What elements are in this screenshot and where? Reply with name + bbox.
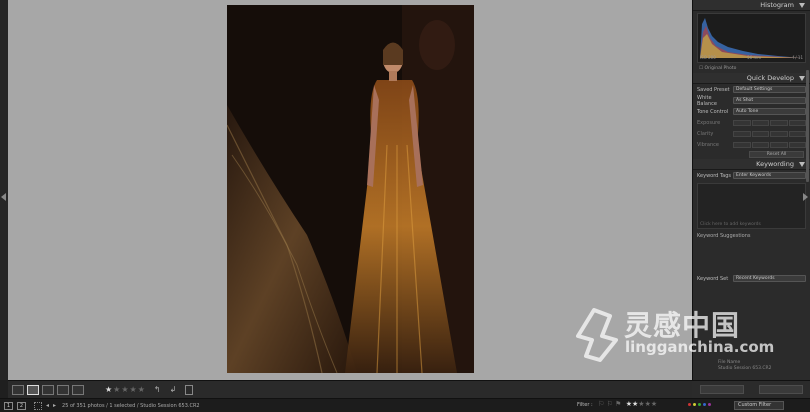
keyword-set-row: Keyword Set Recent Keywords: [693, 273, 810, 284]
star-icon[interactable]: ★: [121, 385, 128, 394]
keyword-hint: Click here to add keywords: [700, 222, 761, 227]
right-panel-footer: [692, 380, 810, 398]
histogram-title: Histogram: [760, 1, 794, 9]
original-photo-checkbox[interactable]: ☐ Original Photo: [693, 65, 810, 73]
grid-view-icon[interactable]: [12, 384, 24, 395]
white-balance-label: White Balance: [697, 94, 717, 107]
file-name-value: Studio Session 653.CR2: [718, 366, 772, 371]
saved-preset-label: Saved Preset: [697, 86, 730, 93]
keyword-set-select[interactable]: Recent Keywords: [733, 275, 806, 282]
main-photo[interactable]: [227, 5, 474, 373]
survey-view-icon[interactable]: [57, 384, 69, 395]
saved-preset-select[interactable]: Default Settings: [733, 86, 806, 93]
histogram-graph: ISO 200 56 mm f / 11: [697, 13, 806, 63]
filmstrip-info: 25 of 351 photos / 1 selected / Studio S…: [62, 402, 200, 409]
people-view-icon[interactable]: [72, 384, 84, 395]
loupe-view-icon[interactable]: [27, 384, 39, 395]
keywording-header[interactable]: Keywording: [693, 159, 810, 170]
iso-readout: ISO 200: [700, 55, 716, 60]
collapse-triangle-icon[interactable]: [799, 3, 805, 8]
white-balance-row: White Balance As Shot: [693, 94, 810, 107]
star-icon[interactable]: ★: [130, 385, 137, 394]
rotate-right-icon[interactable]: ↲: [170, 385, 177, 394]
focal-length-readout: 56 mm: [747, 55, 762, 60]
purple-label-icon[interactable]: [708, 403, 711, 406]
rotate-left-icon[interactable]: ↰: [154, 385, 161, 394]
quick-develop-title: Quick Develop: [746, 74, 794, 82]
aperture-readout: f / 11: [792, 55, 803, 60]
lightroom-library-window: Histogram ISO 200 56 mm f / 11 ☐ Origina…: [0, 0, 810, 412]
expand-left-panel-icon[interactable]: [1, 193, 6, 201]
keyword-tags-select[interactable]: Enter Keywords: [733, 172, 806, 179]
star-icon[interactable]: ★: [138, 385, 145, 394]
filter-label: Filter :: [577, 402, 593, 408]
secondary-window-button[interactable]: 2: [17, 401, 26, 410]
quick-develop-header[interactable]: Quick Develop: [693, 73, 810, 84]
custom-filter-select[interactable]: Custom Filter: [734, 401, 784, 410]
red-label-icon[interactable]: [688, 403, 691, 406]
auto-tone-button[interactable]: Auto Tone: [733, 108, 806, 115]
exposure-label: Exposure: [697, 119, 721, 126]
back-arrow-icon[interactable]: ◂: [46, 402, 49, 409]
vibrance-buttons[interactable]: [733, 141, 806, 148]
collapse-right-panel-icon[interactable]: [803, 193, 808, 201]
saved-preset-row: Saved Preset Default Settings: [693, 84, 810, 95]
keyword-tags-row: Keyword Tags Enter Keywords: [693, 170, 810, 181]
keywording-title: Keywording: [756, 160, 794, 168]
filmstrip-bar: 1 2 ◂ ▸ 25 of 351 photos / 1 selected / …: [0, 398, 810, 412]
star-icon[interactable]: ★: [113, 385, 120, 394]
reset-all-button[interactable]: Reset All: [749, 151, 804, 158]
vibrance-label: Vibrance: [697, 141, 719, 148]
clarity-buttons[interactable]: [733, 130, 806, 137]
forward-arrow-icon[interactable]: ▸: [53, 402, 56, 409]
primary-window-button[interactable]: 1: [4, 401, 13, 410]
exposure-buttons[interactable]: [733, 119, 806, 126]
photo-image: [227, 5, 474, 373]
panel-scrollbar[interactable]: [806, 70, 809, 182]
watermark-logo-icon: [576, 308, 618, 362]
sync-settings-button[interactable]: [758, 385, 803, 394]
collapse-triangle-icon[interactable]: [799, 76, 805, 81]
rating-stars[interactable]: ★ ★ ★ ★ ★: [105, 385, 145, 394]
watermark-en: lingganchina.com: [625, 338, 775, 356]
color-label-filter[interactable]: [688, 403, 711, 406]
yellow-label-icon[interactable]: [693, 403, 696, 406]
compare-view-icon[interactable]: [42, 384, 54, 395]
vibrance-row: Vibrance: [693, 139, 810, 150]
green-label-icon[interactable]: [698, 403, 701, 406]
original-photo-label: Original Photo: [704, 66, 737, 71]
keyword-suggestions-label: Keyword Suggestions: [697, 233, 751, 239]
sync-metadata-button[interactable]: [699, 385, 744, 394]
clarity-label: Clarity: [697, 130, 714, 137]
keyword-input-area[interactable]: Click here to add keywords: [697, 183, 806, 229]
left-panel-collapsed[interactable]: [0, 0, 8, 380]
clarity-row: Clarity: [693, 128, 810, 139]
tone-control-row: Tone Control Auto Tone: [693, 106, 810, 117]
keyword-suggestions-area[interactable]: [697, 241, 806, 273]
white-balance-select[interactable]: As Shot: [733, 97, 806, 104]
blue-label-icon[interactable]: [703, 403, 706, 406]
grid-icon[interactable]: [34, 401, 42, 410]
watermark: 灵感中国 lingganchina.com: [572, 306, 792, 366]
star-icon[interactable]: ★: [105, 385, 112, 394]
collapse-triangle-icon[interactable]: [799, 162, 805, 167]
keyword-set-label: Keyword Set: [697, 275, 729, 282]
tone-control-label: Tone Control: [697, 108, 729, 115]
exposure-row: Exposure: [693, 117, 810, 128]
bottom-toolbar: ★ ★ ★ ★ ★ ↰ ↲: [8, 380, 692, 398]
keyword-tags-label: Keyword Tags: [697, 172, 732, 179]
info-overlay-icon[interactable]: [185, 384, 194, 395]
filter-flags-and-stars[interactable]: ⚐ ⚐ ⚑ ★★★★★: [598, 400, 657, 408]
histogram-header[interactable]: Histogram: [693, 0, 810, 11]
